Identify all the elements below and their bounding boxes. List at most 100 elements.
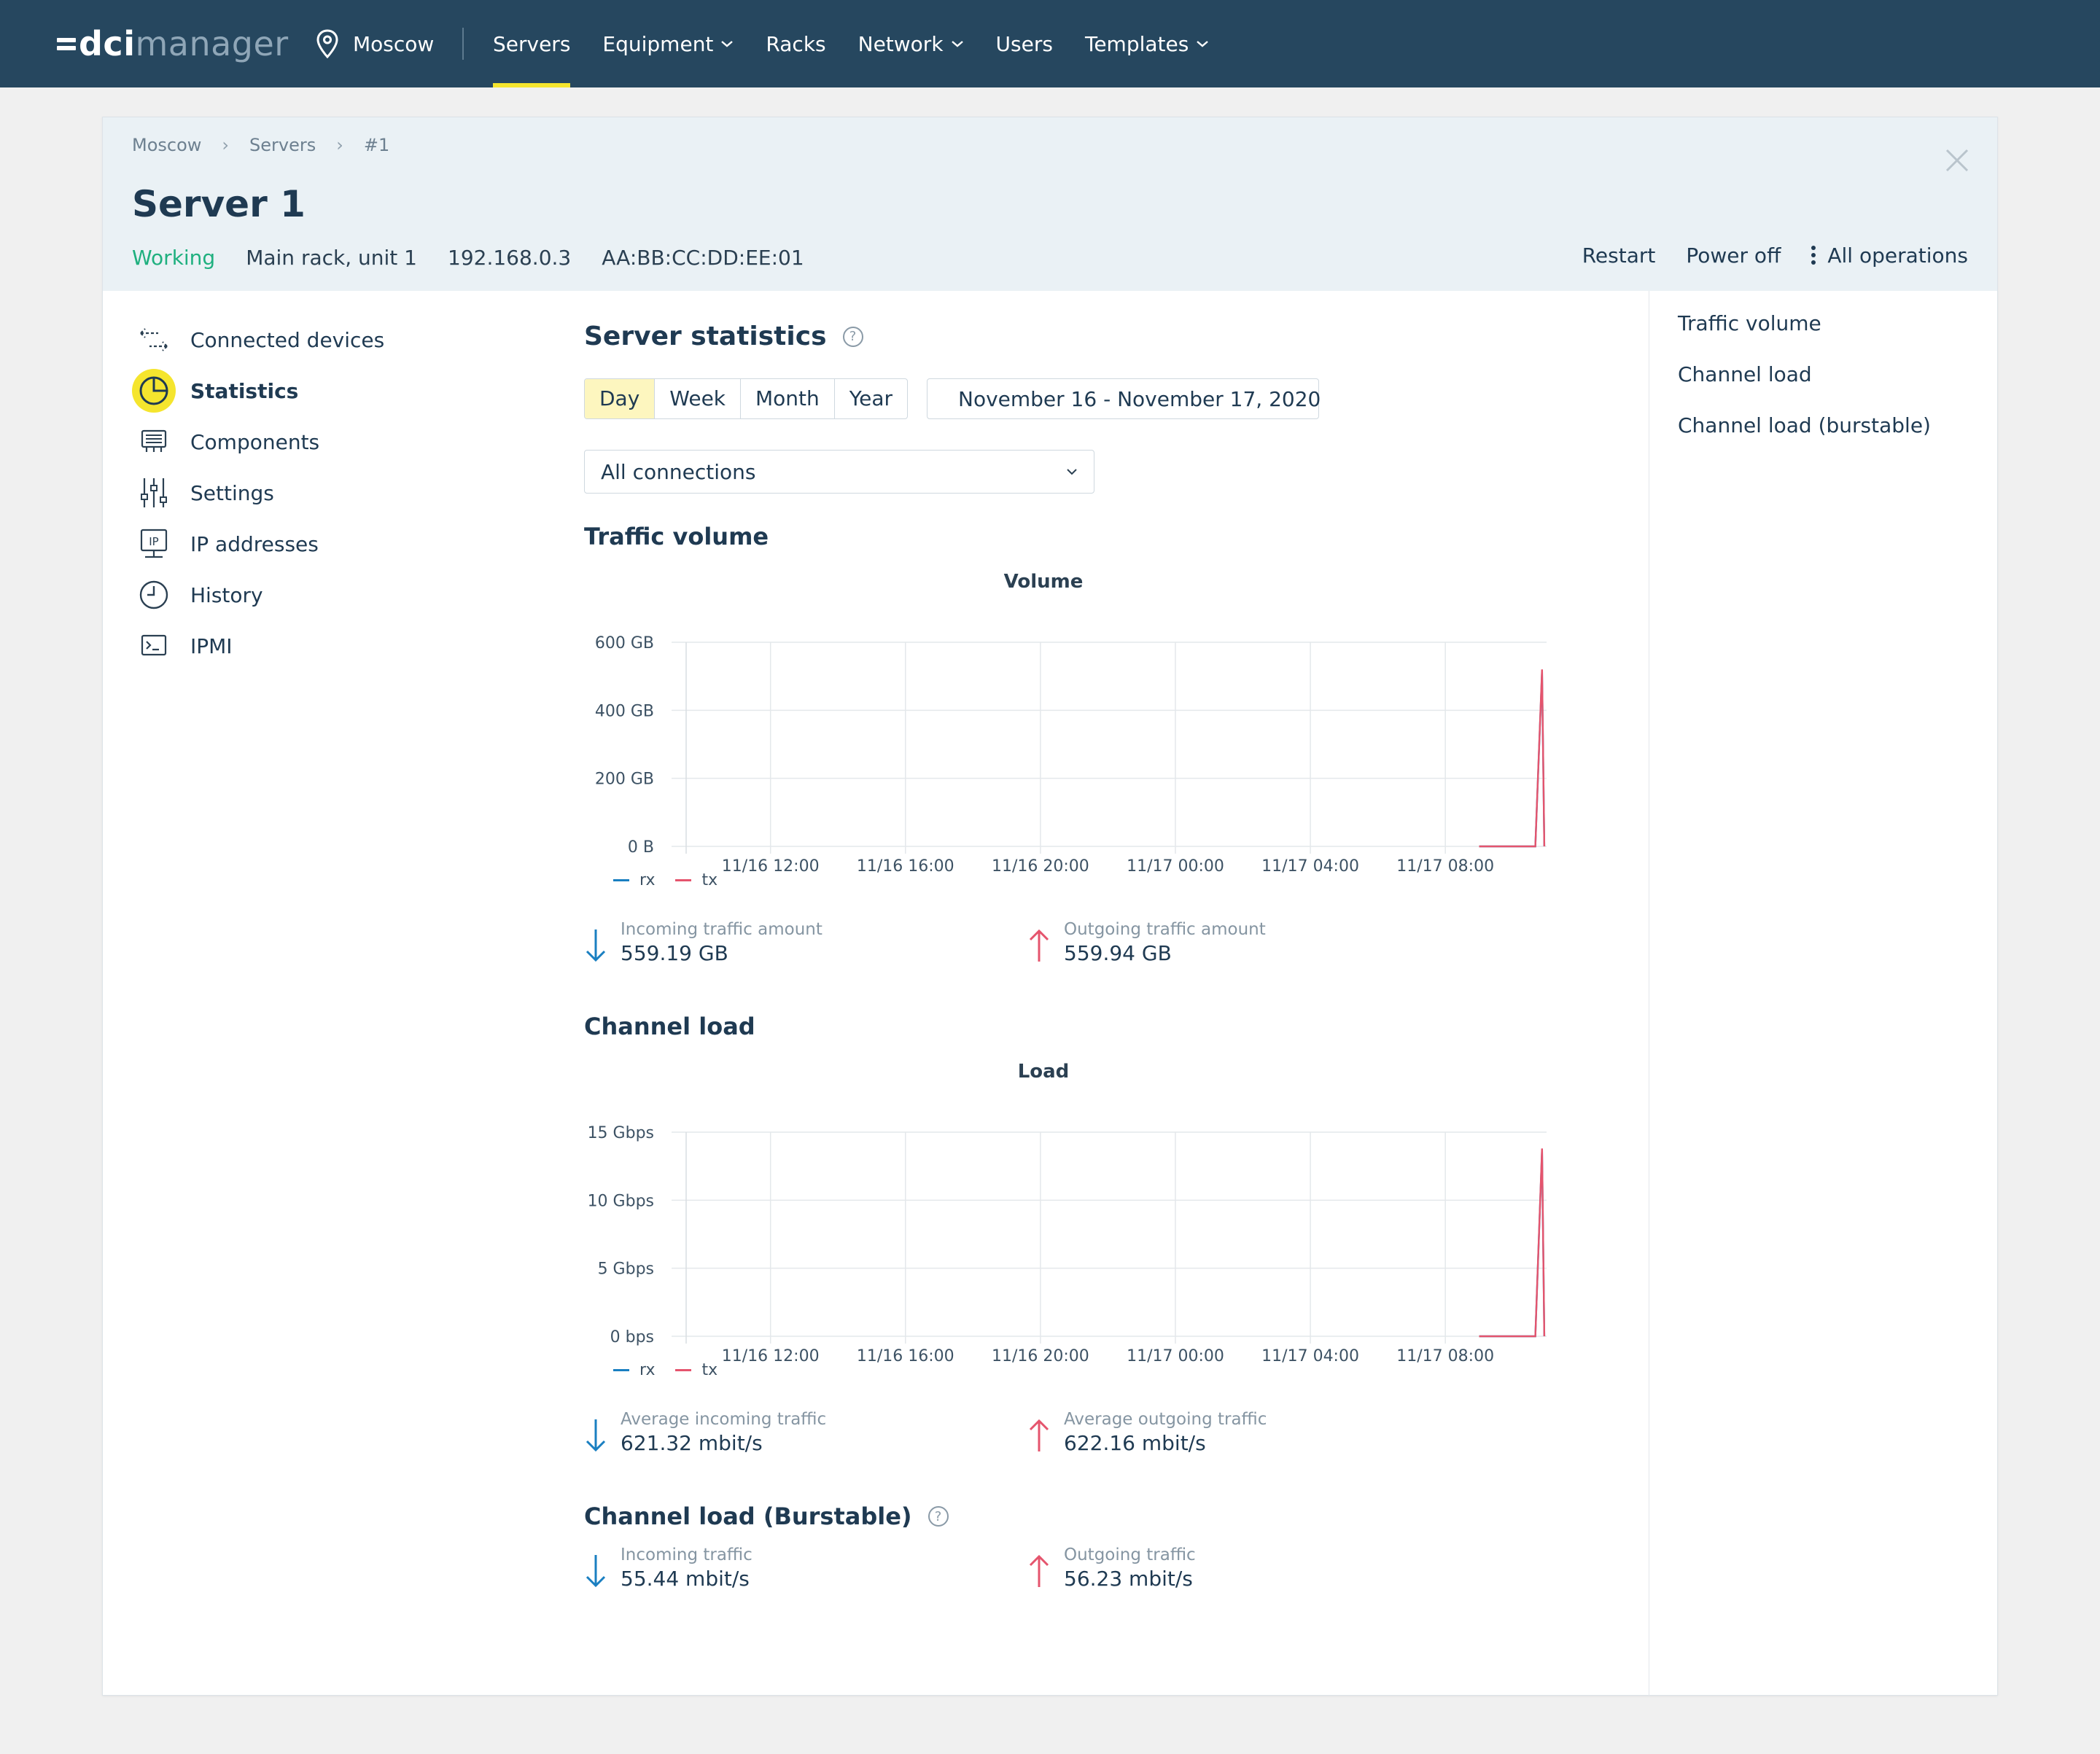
side-menu: Connected devices Statistics Components … (132, 314, 384, 671)
all-operations-button[interactable]: All operations (1811, 243, 1968, 268)
nav-label: Equipment (602, 31, 714, 56)
legend-swatch-rx (613, 1369, 629, 1371)
statistics-title: Server statistics ? (584, 321, 863, 351)
stat-value: 55.44 mbit/s (621, 1567, 750, 1591)
period-day-button[interactable]: Day (585, 379, 656, 418)
stat-label: Outgoing traffic amount (1064, 920, 1266, 939)
logo-mark (57, 34, 76, 54)
sidebar-item-settings[interactable]: Settings (132, 467, 384, 518)
x-tick-label: 11/17 08:00 (1396, 1347, 1494, 1365)
nav-label: Racks (766, 31, 826, 56)
burstable-heading-text: Channel load (Burstable) (584, 1502, 912, 1530)
clock-icon (132, 573, 176, 617)
legend-swatch-tx (675, 1369, 692, 1371)
x-tick-label: 11/17 00:00 (1127, 857, 1224, 876)
help-icon[interactable]: ? (928, 1506, 949, 1527)
status-badge: Working (132, 246, 216, 270)
x-tick-label: 11/16 16:00 (857, 857, 954, 876)
power-off-button[interactable]: Power off (1686, 243, 1781, 268)
nav-divider (462, 28, 464, 60)
sidebar-item-components[interactable]: Components (132, 416, 384, 467)
legend-label-tx: tx (701, 1361, 718, 1379)
ip-icon: IP (132, 522, 176, 566)
chevron-down-icon (1197, 41, 1209, 47)
breadcrumb-servers[interactable]: Servers (249, 135, 316, 155)
arrow-down-icon (586, 1419, 606, 1452)
legend-label-rx: rx (639, 871, 656, 889)
x-tick-label: 11/17 00:00 (1127, 1347, 1224, 1365)
sidebar-item-statistics[interactable]: Statistics (132, 365, 384, 416)
sidebar-item-connected-devices[interactable]: Connected devices (132, 314, 384, 365)
svg-text:IP: IP (149, 535, 158, 548)
sidebar-item-ipmi[interactable]: IPMI (132, 620, 384, 671)
rack-location: Main rack, unit 1 (246, 246, 417, 270)
incoming-traffic-stat: Incoming traffic amount 559.19 GB (584, 919, 822, 967)
date-range-picker[interactable]: November 16 - November 17, 2020 (927, 378, 1321, 419)
logo-dci: dci (79, 24, 136, 63)
channel-load-burstable-heading: Channel load (Burstable) ? (584, 1502, 949, 1530)
server-header: Moscow › Servers › #1 Server 1 Working M… (103, 117, 1997, 291)
logo-manager: manager (135, 24, 289, 63)
x-tick-label: 11/16 20:00 (992, 1347, 1089, 1365)
sidebar-item-label: Connected devices (190, 327, 385, 352)
nav-item-equipment[interactable]: Equipment (602, 0, 734, 87)
stat-label: Incoming traffic (621, 1546, 752, 1564)
anchor-channel-load[interactable]: Channel load (1678, 362, 1931, 413)
stat-label: Average incoming traffic (621, 1410, 827, 1429)
series-line-rx (1479, 671, 1546, 848)
arrow-up-icon (1029, 1554, 1049, 1587)
chart-title-load: Load (1017, 1061, 1070, 1083)
nav-item-servers[interactable]: Servers (493, 0, 571, 87)
nav-item-templates[interactable]: Templates (1085, 0, 1209, 87)
outgoing-traffic-stat: Outgoing traffic amount 559.94 GB (1027, 919, 1266, 967)
chevron-down-icon (1067, 469, 1077, 475)
date-range-label: November 16 - November 17, 2020 (958, 386, 1321, 411)
period-week-button[interactable]: Week (655, 379, 742, 418)
nav-item-racks[interactable]: Racks (766, 0, 825, 87)
sidebar-item-history[interactable]: History (132, 569, 384, 620)
nav-item-users[interactable]: Users (996, 0, 1053, 87)
series-line-tx (1479, 1148, 1546, 1338)
connection-select-value: All connections (601, 459, 756, 484)
nav-item-network[interactable]: Network (858, 0, 964, 87)
sidebar-item-ip-addresses[interactable]: IP IP addresses (132, 518, 384, 569)
nav-label: Network (858, 31, 944, 56)
main-nav: Servers Equipment Racks Network Users Te… (493, 0, 1241, 87)
traffic-volume-heading: Traffic volume (584, 523, 769, 550)
close-icon[interactable] (1945, 148, 1969, 173)
nav-label: Users (995, 31, 1053, 56)
stat-value: 56.23 mbit/s (1064, 1567, 1193, 1591)
terminal-icon (132, 624, 176, 668)
breadcrumb-moscow[interactable]: Moscow (132, 135, 201, 155)
legend-label-tx: tx (701, 871, 718, 889)
all-operations-label: All operations (1827, 243, 1968, 268)
connection-select[interactable]: All connections (584, 450, 1094, 494)
sliders-icon (132, 471, 176, 515)
help-icon[interactable]: ? (842, 326, 863, 347)
stat-value: 559.19 GB (621, 941, 728, 965)
stat-value: 621.32 mbit/s (621, 1431, 763, 1455)
period-month-button[interactable]: Month (741, 379, 835, 418)
restart-button[interactable]: Restart (1582, 243, 1656, 268)
breadcrumb-current: #1 (363, 135, 390, 155)
location-selector[interactable]: Moscow (316, 25, 434, 63)
x-tick-label: 11/16 20:00 (992, 857, 1089, 876)
breadcrumb: Moscow › Servers › #1 (132, 135, 389, 155)
sidebar-item-label: Components (190, 429, 320, 454)
anchor-channel-load-burstable[interactable]: Channel load (burstable) (1678, 413, 1931, 464)
anchor-traffic-volume[interactable]: Traffic volume (1678, 311, 1931, 362)
chevron-down-icon (951, 41, 963, 47)
legend-swatch-tx (675, 879, 692, 881)
server-mac: AA:BB:CC:DD:EE:01 (602, 246, 804, 270)
burstable-incoming-stat: Incoming traffic 55.44 mbit/s (584, 1545, 752, 1593)
server-card: Moscow › Servers › #1 Server 1 Working M… (102, 117, 1998, 1696)
sidebar-item-label: IP addresses (190, 531, 319, 556)
volume-chart: 0 B 200 GB 400 GB 600 GB 11/16 12:00 11/16 16… (595, 634, 1547, 876)
app-logo[interactable]: dci manager (57, 20, 289, 67)
y-tick-label: 0 B (628, 838, 654, 857)
arrow-up-icon (1029, 929, 1049, 962)
average-incoming-stat: Average incoming traffic 621.32 mbit/s (584, 1409, 826, 1457)
nav-label: Templates (1084, 31, 1189, 56)
period-year-button[interactable]: Year (835, 379, 907, 418)
y-tick-label: 5 Gbps (598, 1260, 654, 1279)
